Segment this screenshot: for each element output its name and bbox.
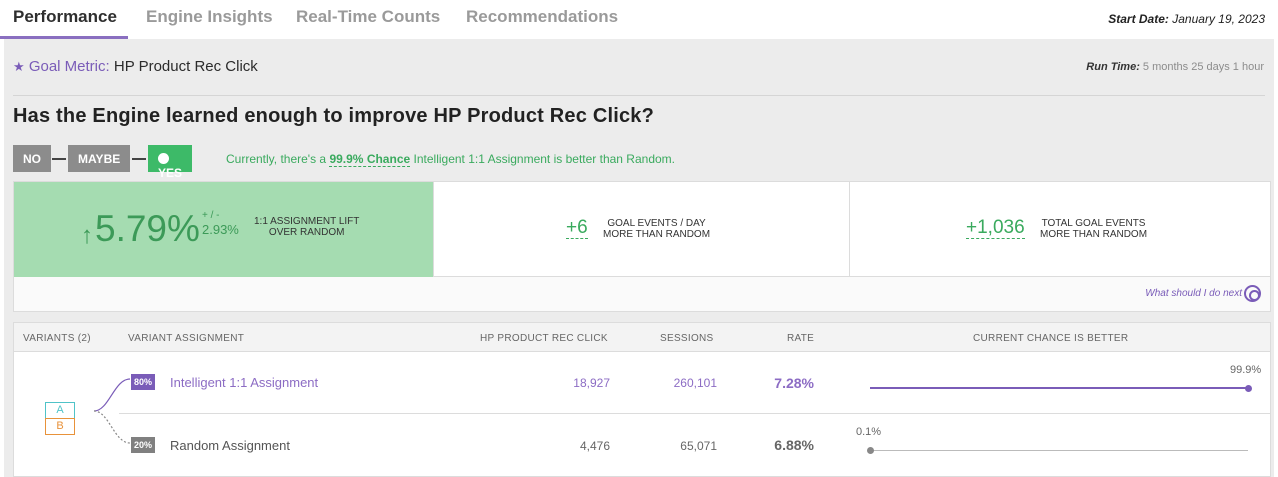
variant-b-box: B: [45, 418, 75, 435]
variant-connector: [93, 378, 131, 444]
header-variants: VARIANTS (2): [23, 333, 91, 344]
split-badge: 80%: [131, 374, 156, 390]
header-chance: CURRENT CHANCE IS BETTER: [973, 333, 1129, 344]
rate-value: 6.88%: [774, 437, 814, 453]
star-icon: ★: [13, 59, 25, 74]
lift-margin: 2.93%: [202, 222, 239, 237]
divider: [13, 95, 1265, 96]
start-date: Start Date: January 19, 2023: [1108, 12, 1265, 26]
tab-recommendations[interactable]: Recommendations: [466, 7, 618, 27]
total-label: TOTAL GOAL EVENTS MORE THAN RANDOM: [1040, 218, 1147, 240]
chance-marker: [1244, 385, 1252, 392]
total-label-line2: MORE THAN RANDOM: [1040, 229, 1148, 240]
top-tab-bar: Performance Engine Insights Real-Time Co…: [0, 0, 1278, 39]
tab-engine-insights[interactable]: Engine Insights: [146, 7, 273, 27]
lift-card: ↑ 5.79% + / - 2.93% 1:1 ASSIGNMENT LIFT …: [14, 182, 433, 277]
answer-explanation: Currently, there's a 99.9% Chance Intell…: [226, 152, 676, 167]
start-date-label: Start Date:: [1108, 12, 1169, 26]
chance-tooltip[interactable]: 99.9% Chance: [329, 152, 411, 167]
dash: [52, 158, 66, 160]
total-value[interactable]: +1,036: [966, 218, 1025, 239]
what-next-link[interactable]: What should I do next: [1145, 288, 1242, 299]
dash: [132, 158, 146, 160]
metric-value: 4,476: [579, 439, 610, 453]
sessions-value: 260,101: [673, 376, 717, 390]
chance-bar: [870, 387, 1248, 389]
stats-cards: ↑ 5.79% + / - 2.93% 1:1 ASSIGNMENT LIFT …: [13, 181, 1271, 277]
per-day-label-line1: GOAL EVENTS / DAY: [607, 218, 706, 229]
help-icon[interactable]: [1244, 285, 1261, 302]
variant-name[interactable]: Intelligent 1:1 Assignment: [170, 375, 318, 390]
performance-panel: ★ Goal Metric: HP Product Rec Click Run …: [4, 39, 1274, 477]
divider: [433, 182, 434, 277]
row-divider: [119, 413, 1270, 414]
rate-value: 7.28%: [774, 375, 814, 391]
lift-label-line1: 1:1 ASSIGNMENT LIFT: [254, 216, 360, 227]
answer-text-suffix: Intelligent 1:1 Assignment is better tha…: [410, 152, 676, 166]
table-header: VARIANTS (2) VARIANT ASSIGNMENT HP PRODU…: [14, 323, 1270, 352]
chance-track: [870, 450, 1248, 451]
lift-value: 5.79%: [95, 208, 200, 249]
answer-yes: YES: [148, 145, 193, 180]
tab-performance[interactable]: Performance: [13, 7, 117, 27]
metric-value: 18,927: [573, 376, 610, 390]
per-day-value[interactable]: +6: [566, 218, 588, 239]
lift-label: 1:1 ASSIGNMENT LIFT OVER RANDOM: [254, 216, 359, 238]
lift-label-line2: OVER RANDOM: [268, 227, 345, 238]
per-day-label: GOAL EVENTS / DAY MORE THAN RANDOM: [603, 218, 710, 240]
answer-no: NO: [13, 145, 51, 172]
start-date-value: January 19, 2023: [1172, 12, 1265, 26]
divider: [849, 182, 850, 277]
lift-plus-minus: + / -: [202, 210, 220, 221]
sessions-value: 65,071: [680, 439, 717, 453]
goal-metric-label: Goal Metric:: [28, 58, 110, 75]
goal-metric: ★ Goal Metric: HP Product Rec Click: [13, 58, 258, 75]
per-day-label-line2: MORE THAN RANDOM: [603, 229, 711, 240]
chance-label: 99.9%: [1230, 364, 1262, 376]
run-time-label: Run Time:: [1086, 61, 1140, 73]
header-assignment: VARIANT ASSIGNMENT: [128, 333, 245, 344]
chance-label: 0.1%: [856, 426, 882, 438]
answer-yes-label: YES: [158, 166, 183, 180]
tab-real-time-counts[interactable]: Real-Time Counts: [296, 7, 440, 27]
header-rate: RATE: [787, 333, 815, 344]
variants-table: VARIANTS (2) VARIANT ASSIGNMENT HP PRODU…: [13, 322, 1271, 477]
variant-name[interactable]: Random Assignment: [170, 438, 290, 453]
total-label-line1: TOTAL GOAL EVENTS: [1041, 218, 1146, 229]
run-time: Run Time: 5 months 25 days 1 hour: [1086, 61, 1264, 73]
header-metric: HP PRODUCT REC CLICK: [480, 333, 608, 344]
answer-text-prefix: Currently, there's a: [226, 152, 330, 166]
check-icon: [158, 153, 169, 164]
goal-metric-value: HP Product Rec Click: [113, 58, 258, 75]
split-badge: 20%: [131, 437, 156, 453]
variant-a-box: A: [45, 402, 75, 419]
up-arrow-icon: ↑: [81, 222, 93, 249]
header-sessions: SESSIONS: [660, 333, 714, 344]
next-step-bar: What should I do next: [13, 277, 1271, 312]
answer-maybe: MAYBE: [68, 145, 131, 172]
chance-marker: [867, 447, 875, 454]
engine-question: Has the Engine learned enough to improve…: [13, 105, 655, 127]
run-time-value: 5 months 25 days 1 hour: [1142, 61, 1264, 73]
